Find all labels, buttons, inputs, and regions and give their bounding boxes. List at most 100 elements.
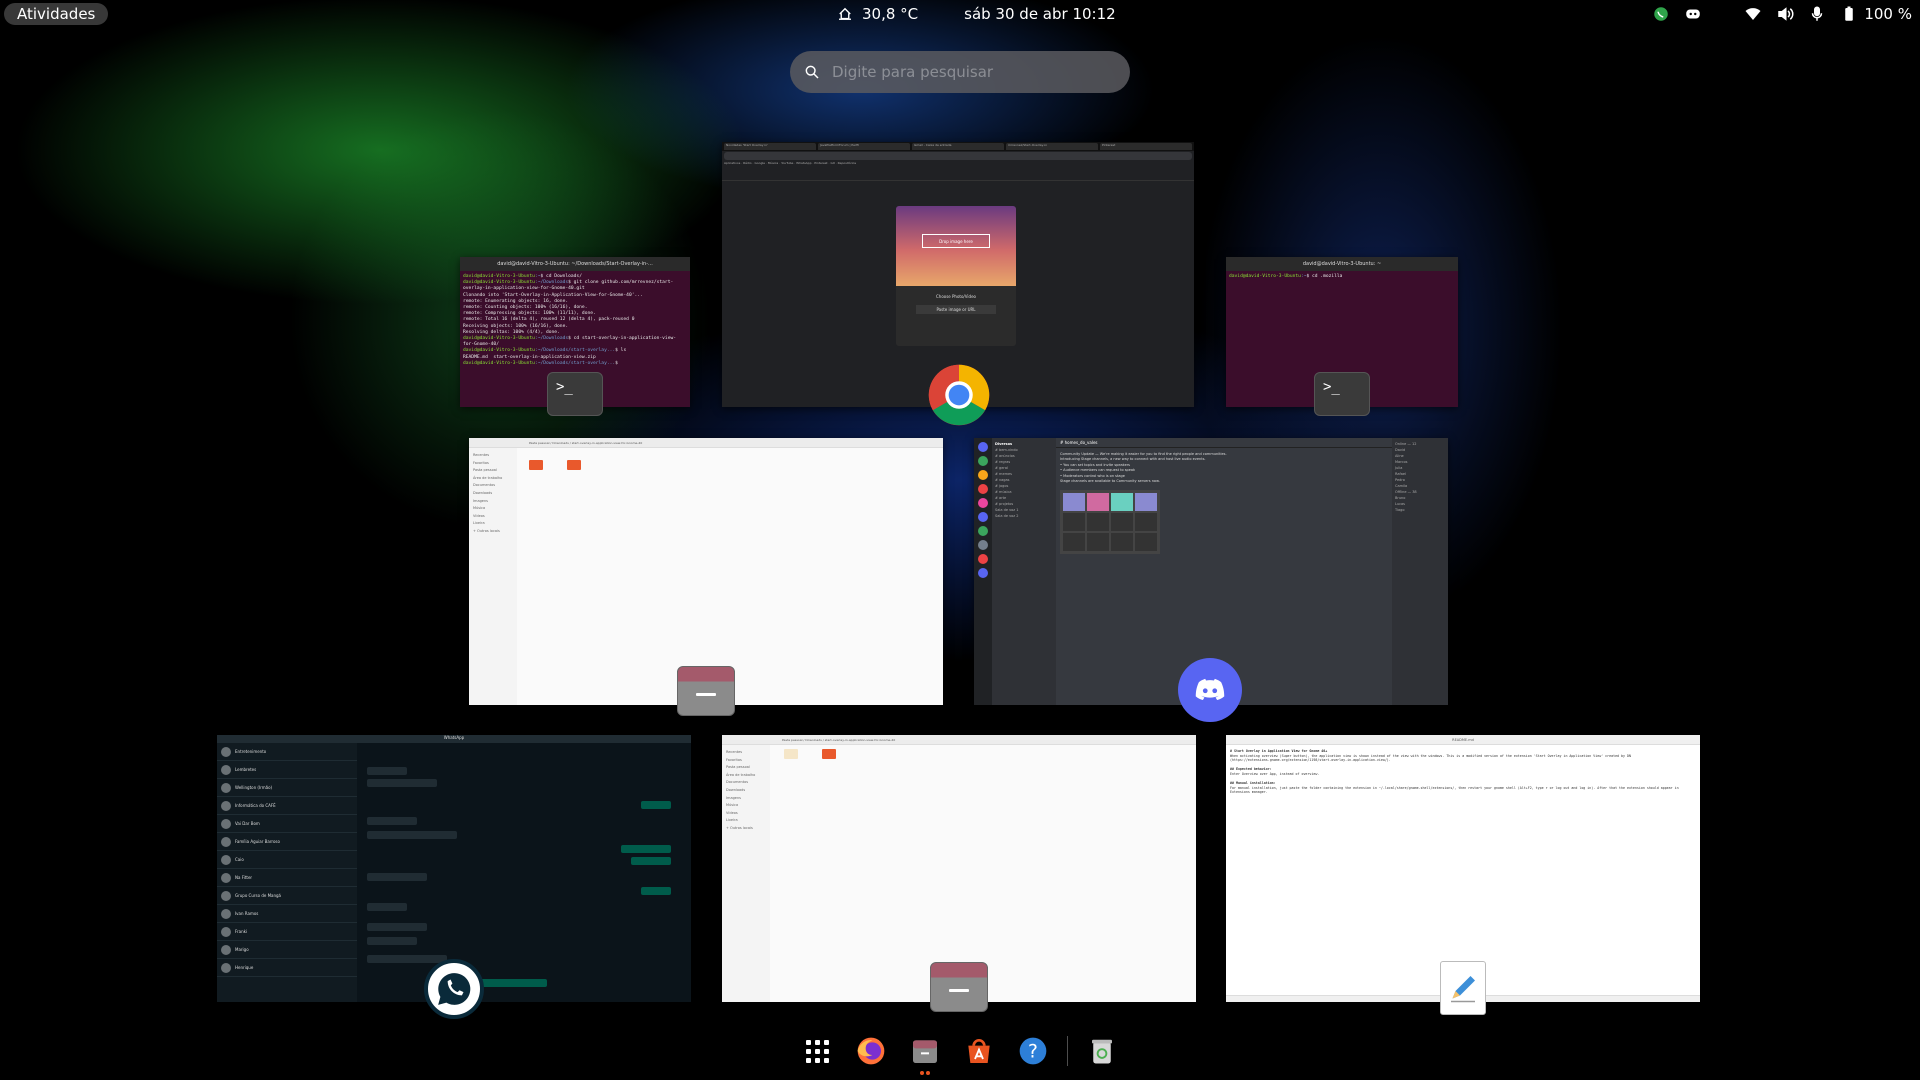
dock-separator [1067,1036,1068,1066]
files-sidebar: Recentes Favoritos Pasta pessoal Área de tr… [469,448,517,705]
whatsapp-chat-name: Entretenimento [235,749,267,754]
discord-tray-icon[interactable] [1684,5,1702,23]
help-launcher[interactable]: ? [1013,1031,1053,1071]
dock: ? [797,1030,1122,1075]
app-grid-icon [805,1039,829,1063]
whatsapp-chat-row: Ivan Ramos [217,905,357,923]
files-sidebar-item: + Outros locais [473,528,500,533]
files-sidebar-item: Área de trabalho [726,772,756,777]
chrome-tab-strip: Novidades 'Start Overlay in' JavaPlatform… [722,142,1194,151]
whatsapp-chat-row: Marigo [217,941,357,959]
whatsapp-title: WhatsApp [217,735,691,743]
terminal-line: david@david-Vitro-3-Ubuntu:~$ cd .mozill… [1229,274,1343,279]
whatsapp-chat-row: Vai Dar Bom [217,815,357,833]
page-header [722,167,1194,181]
whatsapp-chat-name: Grupo Curso de Mangá [235,893,282,898]
files-path-bar-2: Pasta pessoal / Downloads / start-overla… [722,735,1196,745]
search-bar[interactable] [790,51,1130,93]
files-sidebar-item: Música [726,803,739,808]
files-sidebar-item: Área de trabalho [473,475,503,480]
activities-button[interactable]: Atividades [4,3,109,25]
whatsapp-chat-row: Entretenimento [217,743,357,761]
discord-app-icon [1178,658,1242,722]
avatar [221,746,231,757]
avatar [221,872,231,883]
avatar [221,836,231,847]
files-sidebar-item: Favoritos [726,757,742,762]
avatar [221,854,231,865]
drop-image-button: Drop image here [922,234,990,248]
clock-area[interactable]: 30,8 °C sáb 30 de abr 10:12 [836,0,1116,28]
terminal-app-icon-2: >_ [1314,372,1370,416]
trash-launcher[interactable] [1082,1031,1122,1071]
whatsapp-chat-row: Henrique [217,959,357,977]
whatsapp-tray-icon[interactable] [1652,5,1670,23]
discord-message: Stage channels are available to Communit… [1060,479,1160,484]
chrome-tab: mrrevnez/Start-Overlay-in [1006,143,1098,150]
battery-percent: 100 % [1864,5,1912,23]
whatsapp-chat-name: Wellington (Irmão) [235,785,273,790]
zip-file-icon [567,460,581,470]
files-sidebar-item: Downloads [726,787,746,792]
avatar [221,890,231,901]
terminal-line: david@david-Vitro-3-Ubuntu:~/Downloads/s… [463,360,621,366]
terminal-title: david@david-Vitro-3-Ubuntu: ~/Downloads/… [460,257,690,271]
files-sidebar-item: Vídeos [473,513,485,518]
search-input[interactable] [832,63,1112,81]
files-icon [913,1040,937,1063]
avatar [221,764,231,775]
choose-photo-label: Choose Photo/Video [935,294,976,299]
microphone-icon[interactable] [1808,5,1826,23]
files-sidebar-item: + Outros locais [726,825,753,830]
whatsapp-chat-row: Caio [217,851,357,869]
chrome-tab: Gmail - Caixa de entrada [912,143,1004,150]
wifi-icon[interactable] [1744,5,1762,23]
whatsapp-chat-row: Na Fitter [217,869,357,887]
whatsapp-chat-row: Família Aguiar Barroso [217,833,357,851]
files-sidebar-item: Recentes [473,453,490,457]
whatsapp-chat-name: Marigo [235,947,249,952]
readme-file-icon [529,460,543,470]
battery-icon[interactable] [1840,5,1858,23]
volume-icon[interactable] [1776,5,1794,23]
software-store-icon [968,1039,990,1063]
zip-file-icon-2 [822,749,836,759]
search-icon [805,65,819,79]
files-sidebar-item: Vídeos [726,810,738,815]
system-tray[interactable]: 100 % [1652,0,1912,28]
files-sidebar-item: Pasta pessoal [726,765,750,770]
discord-member-item: Tiago [1395,508,1405,512]
help-icon: ? [1019,1037,1047,1065]
files-sidebar-item: Lixeira [726,818,738,823]
app-grid-button[interactable] [797,1031,837,1071]
firefox-launcher[interactable] [851,1031,891,1071]
discord-server-list [974,438,992,705]
avatar [221,782,231,793]
files-sidebar-2: Recentes Favoritos Pasta pessoal Área de tr… [722,745,770,1002]
discord-member-list: Online — 12 David Aline Marcos Julia Rafael Pe… [1392,438,1448,705]
temperature-label: 30,8 °C [862,5,919,23]
chrome-tab: Novidades 'Start Overlay in' [724,143,816,150]
files-sidebar-item: Recentes [726,750,743,754]
text-editor-app-icon [1440,961,1486,1015]
files-sidebar-item: Favoritos [473,460,489,465]
whatsapp-chat-name: Informática do CAFÉ [235,803,276,808]
terminal-line: david@david-Vitro-3-Ubuntu:~/Downloads$ … [463,336,676,348]
files-launcher[interactable] [905,1031,945,1075]
files-sidebar-item: Documentos [473,483,496,488]
datetime-label: sáb 30 de abr 10:12 [964,5,1116,23]
upload-modal: Drop image here Choose Photo/Video Paste… [896,206,1016,346]
files-sidebar-item: Downloads [473,490,493,495]
whatsapp-chat-name: Na Fitter [235,875,253,880]
readme-file-icon-2 [784,749,798,759]
software-launcher[interactable] [959,1031,999,1071]
files-app-icon [677,666,735,716]
chrome-tab: JavaPlatformForum | Perfil [818,143,910,150]
terminal-output-2: david@david-Vitro-3-Ubuntu:~$ cd .mozill… [1226,271,1458,283]
terminal-output: david@david-Vitro-3-Ubuntu:~$ cd Downloa… [460,271,690,370]
editor-content: # Start Overlay in Application View for … [1226,745,1700,799]
top-bar: Atividades 30,8 °C sáb 30 de abr 10:12 1… [0,0,1920,28]
avatar [221,944,231,955]
whatsapp-chat-name: Lembretes [235,767,257,772]
files-window-thumbnail[interactable]: Pasta pessoal / Downloads / start-overla… [469,438,943,705]
